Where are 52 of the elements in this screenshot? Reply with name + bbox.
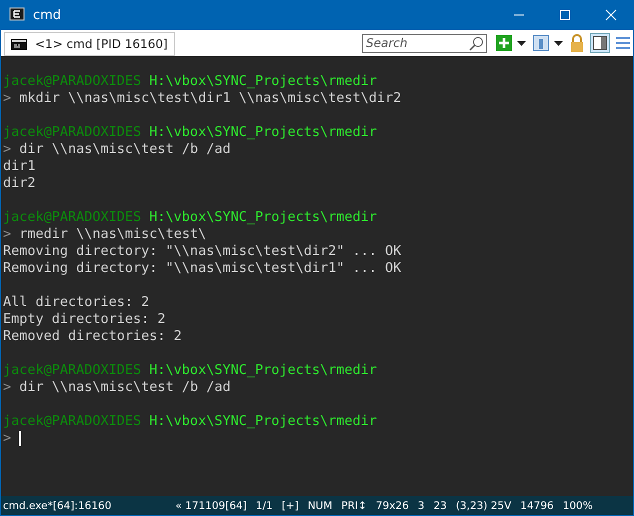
- console-icon: [11, 38, 27, 50]
- status-item: « 171109[64]: [175, 500, 247, 512]
- status-item: 3: [418, 500, 424, 512]
- prompt-user: jacek@PARADOXIDES: [3, 209, 142, 225]
- status-item: 23: [433, 500, 447, 512]
- window-title: cmd: [33, 8, 62, 22]
- lock-icon[interactable]: [570, 34, 584, 52]
- prompt-path: H:\vbox\SYNC_Projects\rmedir: [149, 124, 377, 140]
- prompt-mark: >: [3, 379, 12, 395]
- status-item: PRI↕: [341, 500, 367, 512]
- output-text: Removed directories: 2: [3, 328, 182, 344]
- prompt-mark: >: [3, 141, 12, 157]
- caret-icon[interactable]: [554, 40, 563, 46]
- prompt-user: jacek@PARADOXIDES: [3, 124, 142, 140]
- output-text: Removing directory: "\\nas\misc\test\dir2" ... OK: [3, 243, 402, 259]
- prompt-path: H:\vbox\SYNC_Projects\rmedir: [149, 73, 377, 89]
- status-item: [+]: [282, 500, 299, 512]
- window-icon[interactable]: [533, 35, 549, 51]
- status-item: NUM: [308, 500, 332, 512]
- command-text: dir \\nas\misc\test /b /ad: [19, 379, 231, 395]
- output-text: dir2: [3, 175, 36, 191]
- search-icon: [468, 36, 484, 52]
- prompt-path: H:\vbox\SYNC_Projects\rmedir: [149, 413, 377, 429]
- prompt-mark: >: [3, 226, 12, 242]
- text-cursor: [19, 430, 22, 446]
- prompt-user: jacek@PARADOXIDES: [3, 413, 142, 429]
- prompt-user: jacek@PARADOXIDES: [3, 362, 142, 378]
- status-item: 79x26: [376, 500, 409, 512]
- output-text: All directories: 2: [3, 294, 150, 310]
- status-item: cmd.exe*[64]:16160: [3, 500, 112, 512]
- status-item: (3,23) 25V: [456, 500, 512, 512]
- prompt-user: jacek@PARADOXIDES: [3, 73, 142, 89]
- caret-icon[interactable]: [517, 40, 526, 46]
- command-text: mkdir \\nas\misc\test\dir1 \\nas\misc\test\dir2: [19, 90, 402, 106]
- status-item: 1/1: [256, 500, 273, 512]
- output-text: Removing directory: "\\nas\misc\test\dir1" ... OK: [3, 260, 402, 276]
- output-text: Empty directories: 2: [3, 311, 166, 327]
- menu-icon[interactable]: [616, 36, 630, 50]
- prompt-path: H:\vbox\SYNC_Projects\rmedir: [149, 209, 377, 225]
- output-text: dir1: [3, 158, 36, 174]
- prompt-mark: >: [3, 430, 12, 446]
- prompt-path: H:\vbox\SYNC_Projects\rmedir: [149, 362, 377, 378]
- command-text: dir \\nas\misc\test /b /ad: [19, 141, 231, 157]
- command-text: rmedir \\nas\misc\test\: [19, 226, 206, 242]
- status-item: 14796: [520, 500, 554, 512]
- plus-icon[interactable]: [496, 35, 512, 51]
- console-tab[interactable]: <1> cmd [PID 16160]: [4, 32, 175, 56]
- status-item: 100%: [562, 500, 593, 512]
- panel-icon[interactable]: [590, 33, 610, 53]
- search-field[interactable]: Search: [362, 34, 487, 52]
- console-icon: [9, 7, 25, 23]
- prompt-mark: >: [3, 90, 12, 106]
